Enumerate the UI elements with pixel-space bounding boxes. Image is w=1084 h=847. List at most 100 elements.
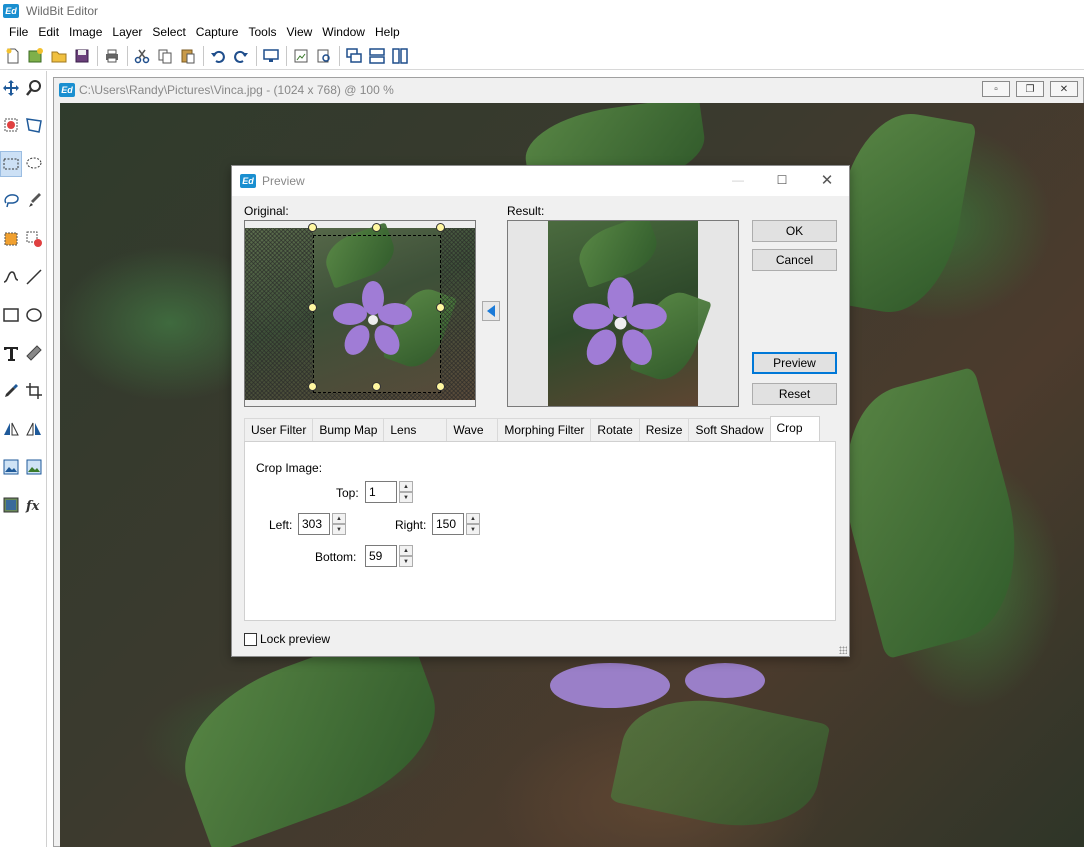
ruler-tool-icon[interactable] xyxy=(23,342,45,364)
tab-morphing-filter[interactable]: Morphing Filter xyxy=(497,418,592,441)
menu-capture[interactable]: Capture xyxy=(191,22,244,42)
crop-tab-panel: Crop Image: Top: 1 ▲ ▼ Left: 303 ▲ ▼ Right… xyxy=(244,441,836,621)
tile-vertical-icon[interactable] xyxy=(389,45,411,67)
flip-horizontal-icon[interactable] xyxy=(0,418,22,440)
dialog-title: Preview xyxy=(262,174,305,188)
perspective-tool-icon[interactable] xyxy=(23,114,45,136)
tab-crop[interactable]: Crop xyxy=(769,416,820,441)
delete-object-tool-icon[interactable] xyxy=(23,228,45,250)
image-adjust-icon[interactable] xyxy=(0,456,22,478)
crop-handle[interactable] xyxy=(436,303,445,312)
ellipse-tool-icon[interactable] xyxy=(23,304,45,326)
tab-bump-map[interactable]: Bump Map xyxy=(312,418,385,441)
spin-up-icon[interactable]: ▲ xyxy=(466,513,480,524)
tool-panel: fx xyxy=(0,71,47,847)
crop-tool-icon[interactable] xyxy=(23,380,45,402)
cancel-button[interactable]: Cancel xyxy=(752,249,837,271)
cascade-windows-icon[interactable] xyxy=(343,45,365,67)
menu-select[interactable]: Select xyxy=(147,22,190,42)
paste-icon[interactable] xyxy=(177,45,199,67)
rectangle-tool-icon[interactable] xyxy=(0,304,22,326)
copy-icon[interactable] xyxy=(154,45,176,67)
redo-icon[interactable] xyxy=(230,45,252,67)
monitor-icon[interactable] xyxy=(260,45,282,67)
save-icon[interactable] xyxy=(71,45,93,67)
left-input[interactable]: 303 xyxy=(298,513,330,535)
brush-tool-icon[interactable] xyxy=(23,189,45,211)
copy-to-original-button[interactable] xyxy=(482,301,500,321)
lasso-tool-icon[interactable] xyxy=(0,189,22,211)
menu-view[interactable]: View xyxy=(282,22,318,42)
text-tool-icon[interactable] xyxy=(0,342,22,364)
palette-icon[interactable] xyxy=(0,494,22,516)
print-icon[interactable] xyxy=(101,45,123,67)
resize-grip-icon[interactable] xyxy=(839,646,847,654)
dialog-maximize-icon[interactable]: ☐ xyxy=(760,166,804,194)
tab-user-filter[interactable]: User Filter xyxy=(244,418,314,441)
flip-vertical-icon[interactable] xyxy=(23,418,45,440)
tab-soft-shadow[interactable]: Soft Shadow xyxy=(688,418,771,441)
spin-up-icon[interactable]: ▲ xyxy=(399,545,413,556)
eyedropper-tool-icon[interactable] xyxy=(0,380,22,402)
zoom-tool-icon[interactable] xyxy=(23,77,45,99)
spin-up-icon[interactable]: ▲ xyxy=(332,513,346,524)
menu-window[interactable]: Window xyxy=(317,22,370,42)
fx-effects-icon[interactable]: fx xyxy=(23,494,45,516)
open-folder-icon[interactable] xyxy=(48,45,70,67)
checkbox-box[interactable] xyxy=(244,632,257,646)
undo-icon[interactable] xyxy=(207,45,229,67)
crop-handle[interactable] xyxy=(308,223,317,232)
tab-resize[interactable]: Resize xyxy=(638,418,690,441)
line-tool-icon[interactable] xyxy=(23,266,45,288)
curve-tool-icon[interactable] xyxy=(0,266,22,288)
menu-help[interactable]: Help xyxy=(370,22,405,42)
close-icon[interactable]: ✕ xyxy=(1050,81,1078,97)
image-effects-icon[interactable] xyxy=(23,456,45,478)
bottom-input[interactable]: 59 xyxy=(365,545,397,567)
ok-button[interactable]: OK xyxy=(752,220,837,242)
spin-down-icon[interactable]: ▼ xyxy=(399,556,413,567)
top-label: Top: xyxy=(336,486,359,500)
cut-icon[interactable] xyxy=(131,45,153,67)
dialog-close-icon[interactable]: ✕ xyxy=(805,166,849,194)
crop-handle[interactable] xyxy=(436,223,445,232)
crop-handle[interactable] xyxy=(308,303,317,312)
tab-rotate[interactable]: Rotate xyxy=(590,418,640,441)
top-input[interactable]: 1 xyxy=(365,481,397,503)
right-input[interactable]: 150 xyxy=(432,513,464,535)
spin-down-icon[interactable]: ▼ xyxy=(332,524,346,535)
new-file-icon[interactable] xyxy=(2,45,24,67)
menu-file[interactable]: File xyxy=(4,22,33,42)
rectangle-select-tool-icon[interactable] xyxy=(0,151,22,177)
crop-handle[interactable] xyxy=(372,382,381,391)
crop-selection-rect[interactable] xyxy=(313,235,441,393)
menu-tools[interactable]: Tools xyxy=(243,22,281,42)
image-search-icon[interactable] xyxy=(313,45,335,67)
crop-handle[interactable] xyxy=(308,382,317,391)
reset-button[interactable]: Reset xyxy=(752,383,837,405)
ellipse-select-tool-icon[interactable] xyxy=(23,152,45,174)
tab-lens[interactable]: Lens xyxy=(383,418,448,441)
object-select-tool-icon[interactable] xyxy=(0,228,22,250)
menu-edit[interactable]: Edit xyxy=(33,22,64,42)
image-resize-icon[interactable] xyxy=(290,45,312,67)
dialog-minimize-icon[interactable]: — xyxy=(716,166,760,194)
spin-down-icon[interactable]: ▼ xyxy=(399,492,413,503)
menu-layer[interactable]: Layer xyxy=(107,22,147,42)
crop-handle[interactable] xyxy=(372,223,381,232)
color-select-tool-icon[interactable] xyxy=(0,114,22,136)
original-preview[interactable] xyxy=(244,220,476,407)
new-from-clipboard-icon[interactable] xyxy=(25,45,47,67)
move-tool-icon[interactable] xyxy=(0,77,22,99)
spin-up-icon[interactable]: ▲ xyxy=(399,481,413,492)
tab-wave[interactable]: Wave xyxy=(446,418,499,441)
tile-horizontal-icon[interactable] xyxy=(366,45,388,67)
crop-handle[interactable] xyxy=(436,382,445,391)
lock-preview-checkbox[interactable]: Lock preview xyxy=(244,632,330,646)
preview-button[interactable]: Preview xyxy=(752,352,837,374)
spin-down-icon[interactable]: ▼ xyxy=(466,524,480,535)
menu-image[interactable]: Image xyxy=(64,22,107,42)
arrow-left-icon xyxy=(487,305,495,317)
minimize-icon[interactable]: ▫ xyxy=(982,81,1010,97)
restore-icon[interactable]: ❐ xyxy=(1016,81,1044,97)
